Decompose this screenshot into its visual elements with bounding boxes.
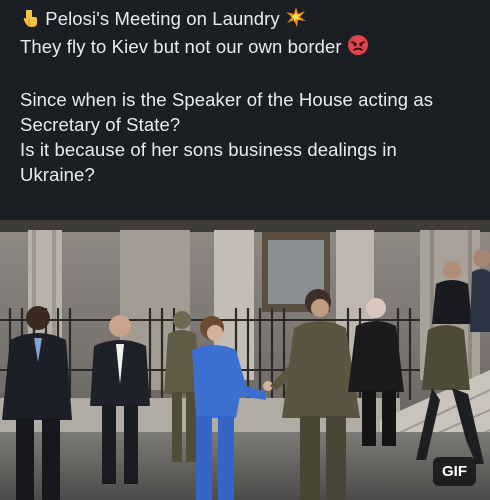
post-line-1: Pelosi's Meeting on Laundry — [20, 6, 480, 34]
post-title: Pelosi's Meeting on Laundry — [45, 8, 280, 29]
gif-scene — [0, 220, 490, 500]
collision-spark-icon — [285, 6, 307, 34]
post-line-2: They fly to Kiev but not our own border — [20, 34, 480, 62]
angry-face-icon — [347, 34, 369, 62]
gif-media[interactable]: GIF — [0, 220, 490, 500]
post-line-5: Is it because of her sons business deali… — [20, 139, 397, 160]
gif-badge[interactable]: GIF — [433, 457, 476, 486]
post-line-3: Since when is the Speaker of the House a… — [20, 89, 434, 110]
post-line-4: Secretary of State? — [20, 114, 181, 135]
post-text: Pelosi's Meeting on Laundry They fly to … — [20, 6, 480, 187]
pointing-down-hand-icon — [20, 8, 40, 34]
post-line-6: Ukraine? — [20, 164, 95, 185]
